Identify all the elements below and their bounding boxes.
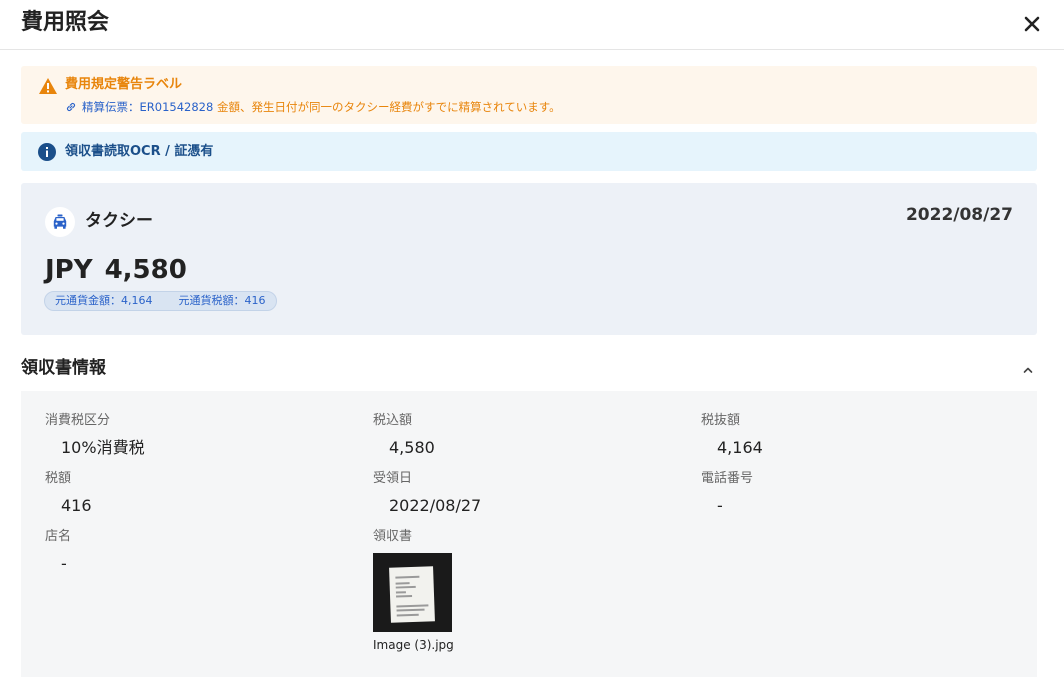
info-icon <box>38 143 56 161</box>
original-currency-badge: 元通貨金額：4,164 元通貨税額：416 <box>44 291 277 311</box>
field-label: 消費税区分 <box>45 413 111 428</box>
expense-date: 2022/08/27 <box>905 205 1013 225</box>
warning-detail: 精算伝票：ER01542828 金額、発生日付が同一のタクシー経費がすでに精算さ… <box>65 99 561 115</box>
field-label: 受領日 <box>373 471 413 486</box>
field-value: 4,164 <box>717 438 763 457</box>
field-label: 税額 <box>45 471 72 486</box>
receipt-file-name[interactable]: Image (3).jpg <box>373 637 454 653</box>
chevron-up-icon <box>1023 367 1033 373</box>
field-receipt-date: 受領日 2022/08/27 <box>373 470 481 517</box>
warning-title: 費用規定警告ラベル <box>65 77 183 92</box>
close-icon <box>1024 16 1040 32</box>
field-label: 税込額 <box>373 413 413 428</box>
field-label: 税抜額 <box>701 413 741 428</box>
field-phone-number: 電話番号 - <box>701 470 753 517</box>
policy-warning-banner: 費用規定警告ラベル 精算伝票：ER01542828 金額、発生日付が同一のタクシ… <box>21 66 1037 124</box>
field-value: 4,580 <box>389 438 435 457</box>
field-receipt: 領収書 <box>373 528 412 546</box>
dialog-header: 費用照会 <box>0 0 1064 50</box>
link-icon <box>66 102 76 112</box>
section-title-receipt-info: 領収書情報 <box>21 358 106 378</box>
warning-message: 金額、発生日付が同一のタクシー経費がすでに精算されています。 <box>213 100 561 114</box>
field-value: - <box>61 554 67 573</box>
field-value: 10%消費税 <box>61 438 145 457</box>
field-label: 領収書 <box>373 529 413 544</box>
field-value: 416 <box>61 496 92 515</box>
expense-summary-card: タクシー 2022/08/27 JPY 4,580 元通貨金額：4,164 元通貨税… <box>21 183 1037 335</box>
field-value: 2022/08/27 <box>389 496 482 515</box>
receipt-paper-image <box>389 566 435 623</box>
expense-report-link[interactable]: 精算伝票：ER01542828 <box>82 100 213 114</box>
field-tax-category: 消費税区分 10%消費税 <box>45 412 145 459</box>
expense-category: タクシー <box>85 211 153 231</box>
currency-code: JPY <box>45 255 93 285</box>
field-value: - <box>717 496 723 515</box>
original-amount: 元通貨金額：4,164 <box>55 294 153 307</box>
field-tax-included: 税込額 4,580 <box>373 412 435 459</box>
expense-amount: JPY 4,580 <box>45 253 187 287</box>
category-icon-badge <box>45 207 75 237</box>
ocr-info-banner: 領収書読取OCR / 証憑有 <box>21 132 1037 171</box>
field-tax-amount: 税額 416 <box>45 470 92 517</box>
field-tax-excluded: 税抜額 4,164 <box>701 412 763 459</box>
receipt-thumbnail[interactable] <box>373 553 452 632</box>
warning-icon <box>39 78 57 94</box>
collapse-button[interactable] <box>1020 362 1036 376</box>
field-label: 電話番号 <box>701 471 754 486</box>
amount-value: 4,580 <box>104 255 187 285</box>
original-tax: 元通貨税額：416 <box>178 294 266 307</box>
taxi-icon <box>53 214 67 229</box>
close-button[interactable] <box>1018 10 1046 38</box>
field-store-name: 店名 - <box>45 528 71 575</box>
receipt-details-panel: 消費税区分 10%消費税 税込額 4,580 税抜額 4,164 税額 416 … <box>21 391 1037 677</box>
info-text: 領収書読取OCR / 証憑有 <box>65 144 214 159</box>
page-title: 費用照会 <box>21 10 110 35</box>
field-label: 店名 <box>45 529 72 544</box>
